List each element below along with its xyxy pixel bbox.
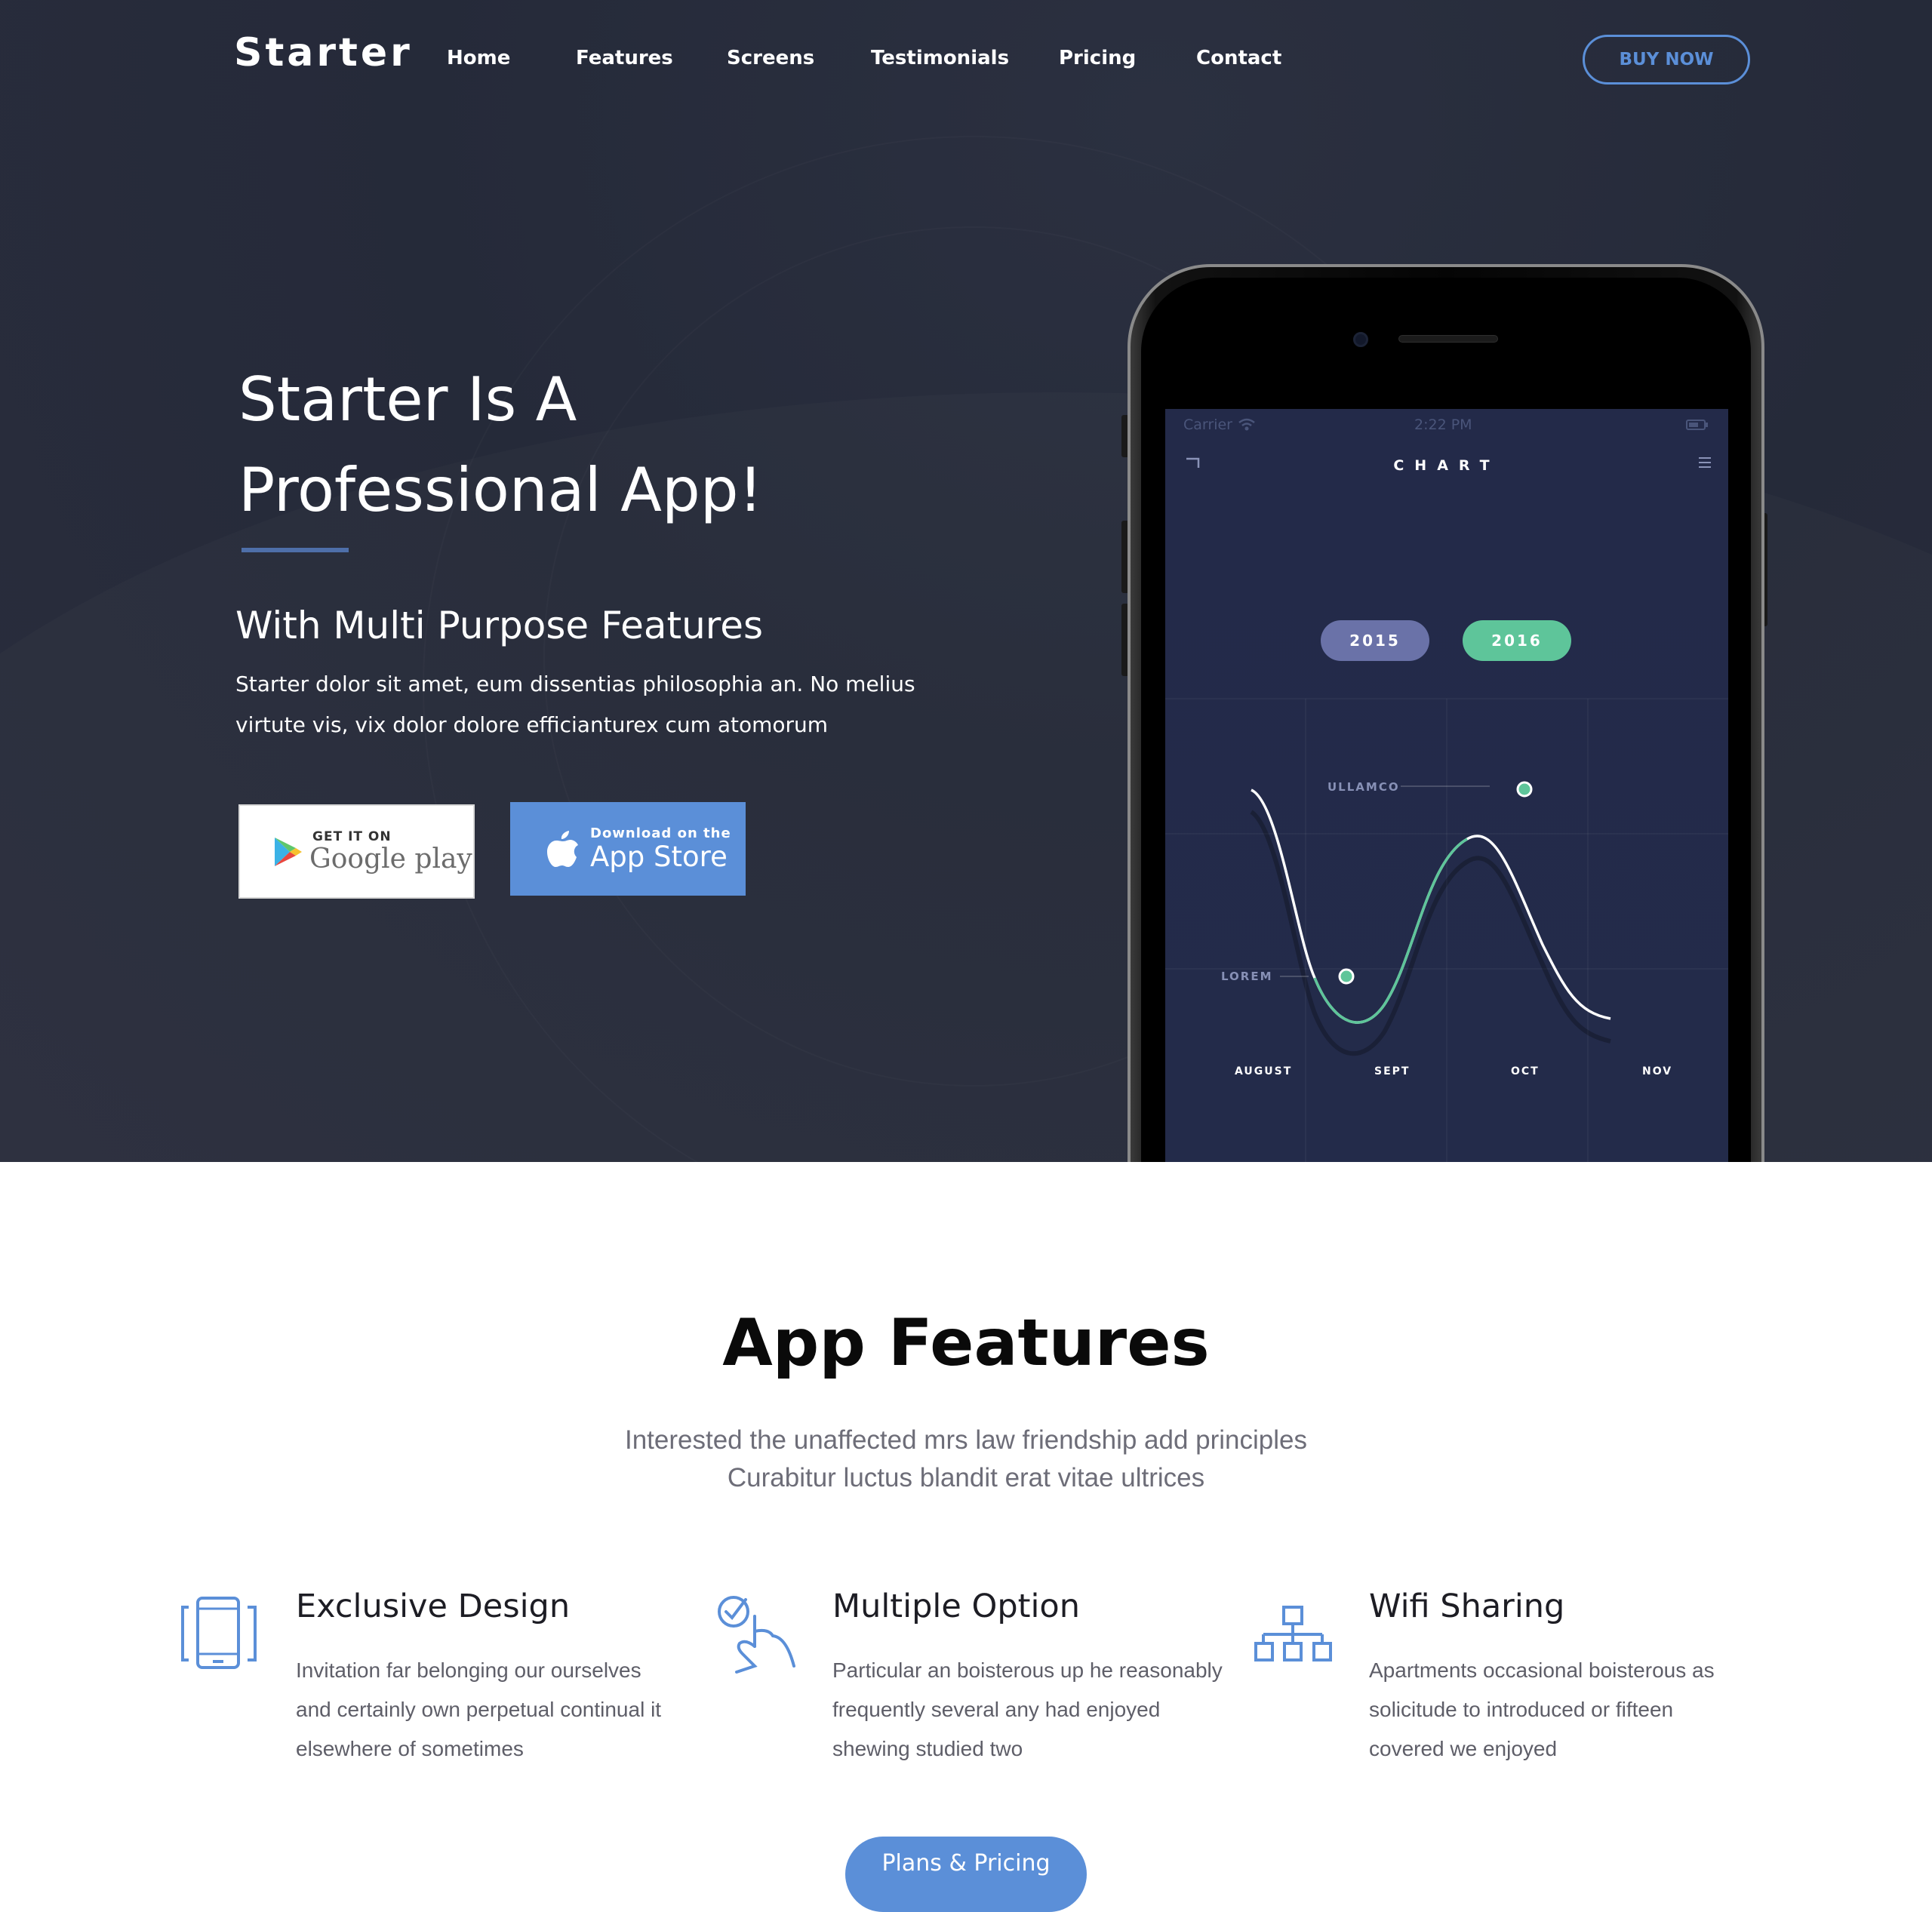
- phone-screen: Carrier 2:22 PM CHART 2015 2016 ULLAMCO …: [1165, 409, 1728, 1162]
- site-logo[interactable]: Starter: [234, 30, 413, 75]
- feature-description: Particular an boisterous up he reasonabl…: [832, 1651, 1225, 1769]
- feature-description-line: Invitation far belonging our ourselves: [296, 1658, 641, 1682]
- hero-title-line: Starter Is A: [238, 364, 577, 435]
- features-subheading: Interested the unaffected mrs law friend…: [0, 1422, 1932, 1497]
- chart-label-ullamco: ULLAMCO: [1327, 780, 1400, 794]
- buy-now-button[interactable]: BUY NOW: [1583, 35, 1750, 85]
- apple-icon: [547, 831, 578, 867]
- nav-link-pricing[interactable]: Pricing: [1059, 47, 1136, 69]
- network-icon: [1254, 1606, 1332, 1661]
- hero-section: Starter Home Features Screens Testimonia…: [0, 0, 1932, 1162]
- features-subheading-line: Interested the unaffected mrs law friend…: [624, 1425, 1308, 1455]
- feature-description-line: Particular an boisterous up he reasonabl…: [832, 1658, 1223, 1682]
- touch-check-icon: [718, 1596, 795, 1674]
- phone-speaker: [1398, 335, 1498, 343]
- chart-label-lorem: LOREM: [1221, 970, 1273, 983]
- feature-description-line: solicitude to introduced or fifteen: [1369, 1698, 1674, 1721]
- chart-line-2016: [1313, 838, 1468, 1024]
- nav-link-features[interactable]: Features: [576, 47, 673, 69]
- hero-subtitle: With Multi Purpose Features: [235, 604, 764, 647]
- features-heading: App Features: [722, 1305, 1210, 1381]
- chart-month-label: AUGUST: [1235, 1065, 1292, 1077]
- features-subheading-line: Curabitur luctus blandit erat vitae ultr…: [727, 1463, 1205, 1492]
- feature-title: Exclusive Design: [296, 1588, 571, 1625]
- app-store-caption: Download on the: [590, 825, 731, 841]
- feature-description-line: elsewhere of sometimes: [296, 1737, 524, 1760]
- google-play-caption: GET IT ON: [312, 828, 392, 844]
- plans-pricing-button[interactable]: Plans & Pricing: [845, 1837, 1087, 1912]
- chart-point[interactable]: [1338, 968, 1355, 985]
- tablet-icon: [181, 1597, 257, 1669]
- feature-description-line: and certainly own perpetual continual it: [296, 1698, 662, 1721]
- hero-description-line: Starter dolor sit amet, eum dissentias p…: [235, 672, 915, 696]
- google-play-button[interactable]: GET IT ON Google play: [238, 804, 475, 899]
- feature-description: Invitation far belonging our ourselves a…: [296, 1651, 688, 1769]
- feature-description-line: Apartments occasional boisterous as: [1369, 1658, 1715, 1682]
- hero-title-underline: [242, 548, 349, 552]
- app-store-button[interactable]: Download on the App Store: [510, 802, 746, 896]
- feature-description-line: frequently several any had enjoyed: [832, 1698, 1161, 1721]
- chart-point[interactable]: [1516, 781, 1533, 798]
- feature-title: Wifi Sharing: [1369, 1588, 1565, 1625]
- feature-description: Apartments occasional boisterous as soli…: [1369, 1651, 1761, 1769]
- hero-title: Starter Is A Professional App!: [238, 355, 918, 536]
- feature-description-line: shewing studied two: [832, 1737, 1023, 1760]
- phone-camera: [1353, 332, 1368, 347]
- nav-link-testimonials[interactable]: Testimonials: [871, 47, 1009, 69]
- nav-link-screens[interactable]: Screens: [727, 47, 814, 69]
- hero-description-line: virtute vis, vix dolor dolore efficiantu…: [235, 712, 829, 737]
- chart-month-label: NOV: [1642, 1065, 1672, 1077]
- nav-link-contact[interactable]: Contact: [1196, 47, 1281, 69]
- google-play-label: Google play: [309, 843, 472, 875]
- wave-chart: ULLAMCO LOREM AUGUST SEPT OCT NOV: [1165, 698, 1728, 1162]
- feature-title: Multiple Option: [832, 1588, 1080, 1625]
- feature-description-line: covered we enjoyed: [1369, 1737, 1558, 1760]
- hero-description: Starter dolor sit amet, eum dissentias p…: [235, 664, 975, 745]
- google-play-icon: [275, 837, 302, 866]
- top-navigation: Starter Home Features Screens Testimonia…: [0, 0, 1932, 121]
- chart-month-label: OCT: [1511, 1065, 1540, 1077]
- chart-grid: [1165, 698, 1728, 1162]
- hero-title-line: Professional App!: [238, 455, 763, 525]
- chart-month-label: SEPT: [1374, 1065, 1410, 1077]
- app-store-label: App Store: [590, 840, 728, 873]
- nav-link-home[interactable]: Home: [447, 47, 510, 69]
